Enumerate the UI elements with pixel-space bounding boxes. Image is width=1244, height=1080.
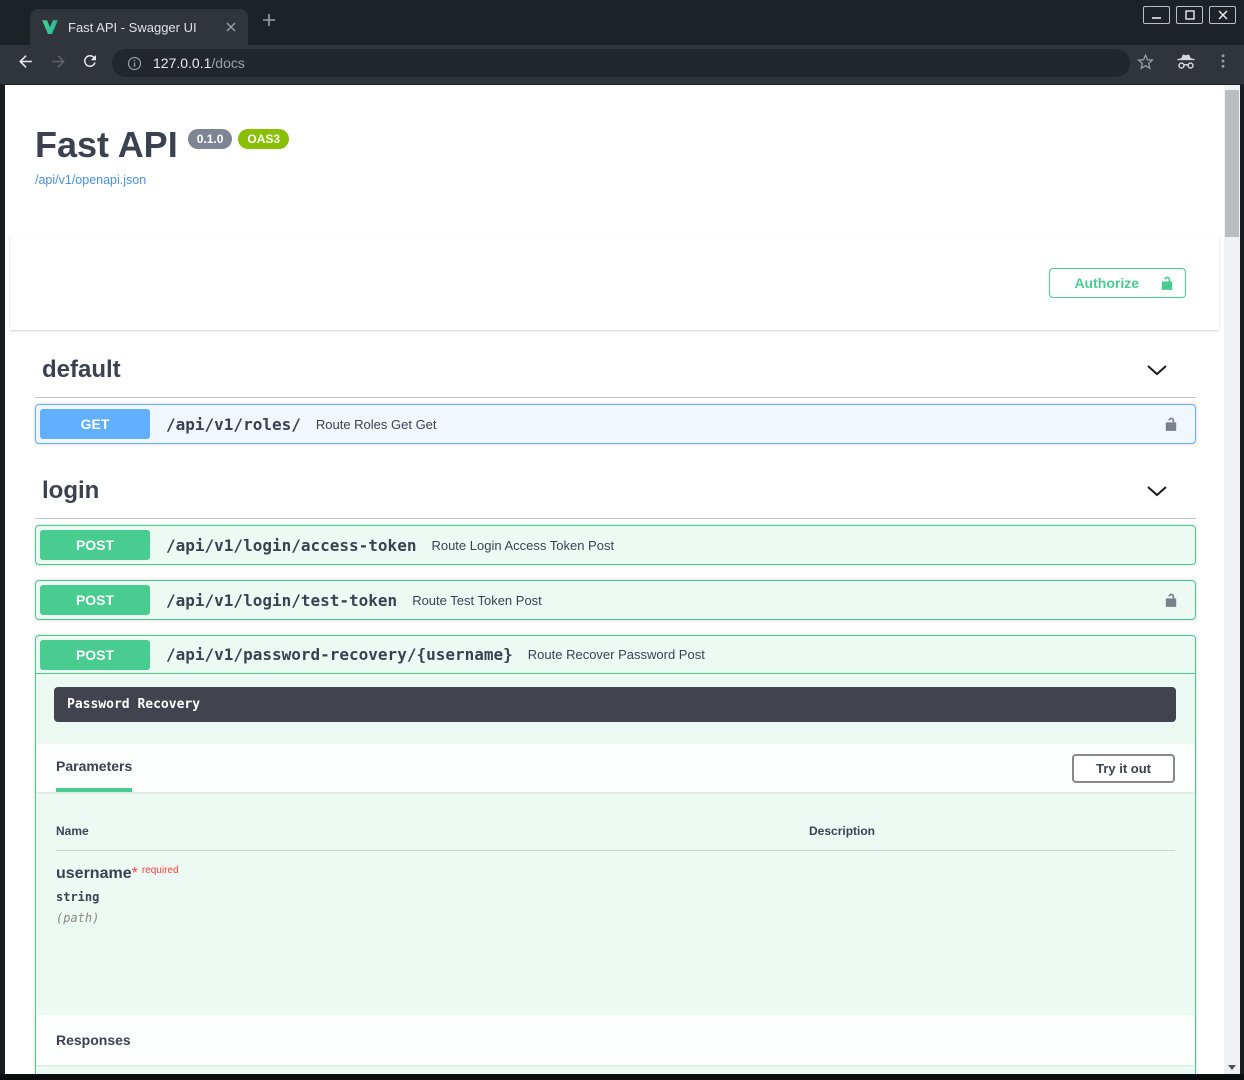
lock-icon[interactable] [1163,592,1179,608]
maximize-button[interactable] [1176,6,1203,24]
minimize-button[interactable] [1143,6,1170,24]
section-title: login [42,477,99,505]
close-button[interactable] [1209,6,1236,24]
scheme-container: Authorize [10,236,1219,330]
section-title: default [42,356,121,384]
incognito-icon [1175,52,1197,71]
op-summary[interactable]: POST /api/v1/login/access-token Route Lo… [36,526,1195,564]
url-path: /docs [211,55,244,71]
url-host: 127.0.0.1 [153,55,211,71]
new-tab-icon[interactable] [262,13,276,27]
op-summary-text: Route Login Access Token Post [431,538,1191,553]
op-summary-text: Route Recover Password Post [528,647,1191,662]
authorize-button[interactable]: Authorize [1049,268,1186,298]
op-summary[interactable]: POST /api/v1/login/test-token Route Test… [36,581,1195,619]
scroll-down-icon[interactable] [1224,1060,1240,1074]
lock-icon[interactable] [1163,416,1179,432]
browser-titlebar: Fast API - Swagger UI [0,0,1244,45]
url-text: 127.0.0.1/docs [153,55,245,71]
section-header-login[interactable]: login [35,459,1196,519]
opblock-post-password-recovery: POST /api/v1/password-recovery/{username… [35,635,1196,1074]
parameter-row: username* required string (path) [56,851,1175,995]
method-badge: POST [40,585,150,615]
tab-close-icon[interactable] [222,18,240,36]
parameters-table: Name Description username* required strin… [36,792,1195,1015]
required-star: * [132,865,138,882]
op-path: /api/v1/roles/ [166,415,301,434]
responses-table: Code Description Links [36,1065,1195,1074]
unlock-icon [1159,275,1175,291]
op-summary[interactable]: GET /api/v1/roles/ Route Roles Get Get [36,405,1195,443]
op-path: /api/v1/login/access-token [166,536,416,555]
tab-title: Fast API - Swagger UI [68,20,222,35]
bookmark-star-icon[interactable] [1136,52,1155,71]
forward-icon[interactable] [49,52,68,71]
browser-menu-icon[interactable] [1214,52,1232,70]
oas-badge: OAS3 [238,129,289,149]
version-badge: 0.1.0 [188,129,233,149]
responses-header: Responses [36,1015,1195,1065]
tab-parameters[interactable]: Parameters [56,744,132,792]
back-icon[interactable] [16,52,35,71]
op-summary-text: Route Roles Get Get [316,417,1163,432]
chevron-down-icon[interactable] [1146,485,1168,497]
op-summary[interactable]: POST /api/v1/password-recovery/{username… [36,636,1195,674]
site-info-icon[interactable] [126,55,143,72]
section-header-default[interactable]: default [35,330,1196,398]
op-summary-text: Route Test Token Post [412,593,1163,608]
window-frame-bottom [0,1074,1244,1080]
url-bar[interactable]: 127.0.0.1/docs [112,49,1130,77]
method-badge: POST [40,640,150,670]
page-scrollbar[interactable] [1224,85,1240,1074]
scrollbar-thumb[interactable] [1225,90,1239,237]
opblock-get-roles: GET /api/v1/roles/ Route Roles Get Get [35,404,1196,444]
parameter-name: username [56,865,132,882]
operation-description: Password Recovery [54,687,1176,722]
method-badge: POST [40,530,150,560]
reload-icon[interactable] [81,52,99,70]
window-frame-right [1240,85,1244,1080]
parameters-header: Parameters Try it out [36,744,1195,792]
column-name: Name [56,824,809,838]
parameter-location: (path) [56,911,1175,925]
required-label: required [142,865,179,876]
chevron-down-icon[interactable] [1146,364,1168,376]
favicon-icon [41,19,59,35]
op-path: /api/v1/password-recovery/{username} [166,645,513,664]
parameter-type: string [56,890,1175,904]
api-info: Fast API 0.1.0 OAS3 /api/v1/openapi.json [35,123,1196,189]
openapi-spec-link[interactable]: /api/v1/openapi.json [35,173,146,187]
browser-tab[interactable]: Fast API - Swagger UI [30,9,248,45]
op-path: /api/v1/login/test-token [166,591,397,610]
swagger-page: Fast API 0.1.0 OAS3 /api/v1/openapi.json… [5,85,1224,1074]
column-description: Description [809,824,1175,838]
opblock-post-test-token: POST /api/v1/login/test-token Route Test… [35,580,1196,620]
method-badge: GET [40,409,150,439]
page-title: Fast API 0.1.0 OAS3 [35,123,1196,166]
opblock-post-access-token: POST /api/v1/login/access-token Route Lo… [35,525,1196,565]
try-it-out-button[interactable]: Try it out [1072,754,1175,783]
